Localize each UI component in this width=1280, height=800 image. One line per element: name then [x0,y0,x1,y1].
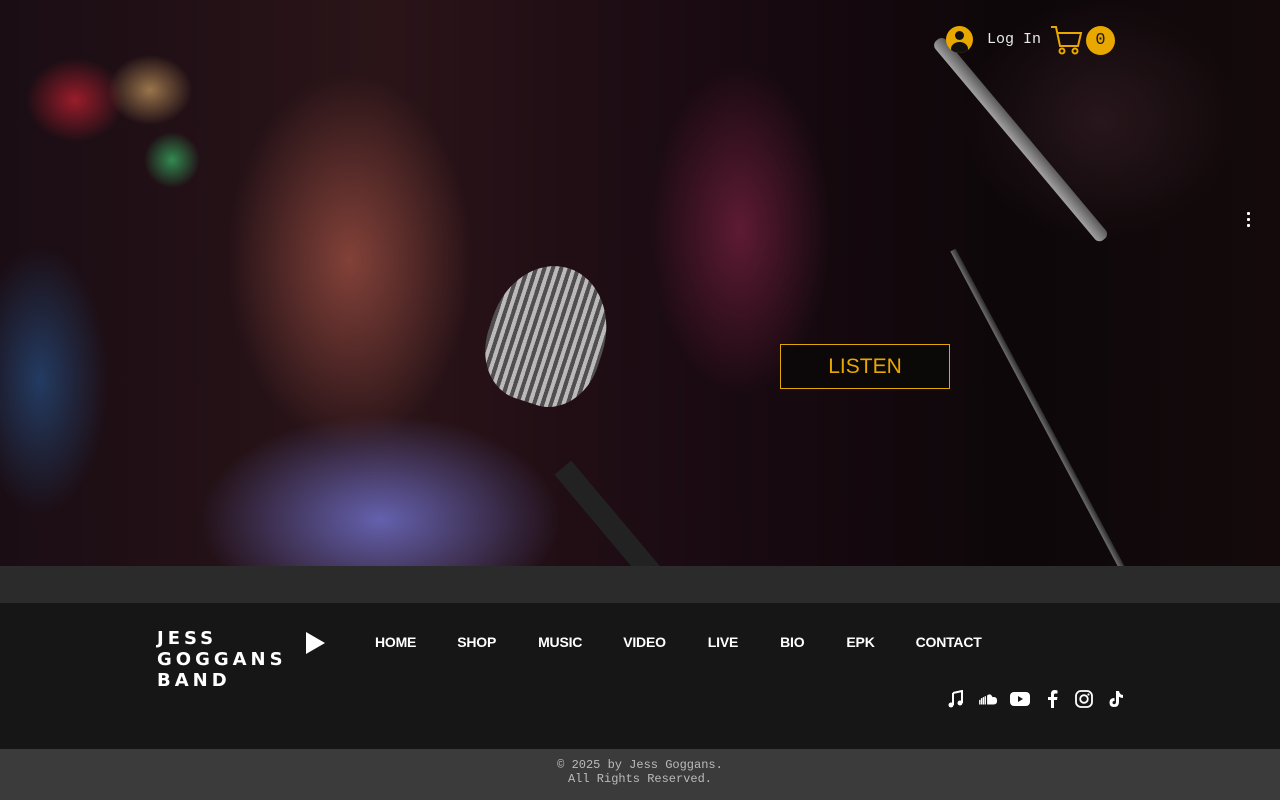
user-avatar-icon [946,26,973,53]
copyright-line-2: All Rights Reserved. [567,772,713,786]
brand-line-1: JESS [157,628,218,649]
mic-stand-pole-image [950,248,1135,566]
copyright-bar: © 2025 by Jess Goggans. All Rights Reser… [0,749,1280,800]
listen-button[interactable]: LISTEN [780,344,950,389]
nav-bio[interactable]: BIO [780,634,804,650]
tiktok-icon[interactable] [1106,689,1126,709]
music-note-icon[interactable] [946,689,966,709]
login-label: Log In [987,31,1042,48]
mic-stand-image [931,35,1110,244]
nav-epk[interactable]: EPK [846,634,874,650]
nav-live[interactable]: LIVE [708,634,739,650]
microphone-image [471,250,624,420]
divider-strip [0,566,1280,603]
hero-image: Log In 0 LISTEN [0,0,1280,566]
cart-count-badge: 0 [1086,26,1115,55]
footer-nav: HOME SHOP MUSIC VIDEO LIVE BIO EPK CONTA… [375,634,982,650]
footer: JESS GOGGANS BAND HOME SHOP MUSIC VIDEO … [0,603,1280,749]
brand-logo[interactable]: JESS GOGGANS BAND [157,628,287,691]
nav-shop[interactable]: SHOP [457,634,496,650]
youtube-icon[interactable] [1010,689,1030,709]
nav-music[interactable]: MUSIC [538,634,582,650]
cart-icon [1051,26,1083,55]
instagram-icon[interactable] [1074,689,1094,709]
microphone-handle-image [554,460,668,566]
nav-contact[interactable]: CONTACT [916,634,982,650]
brand-line-3: BAND [157,670,231,691]
copyright-line-1: © 2025 by Jess Goggans. [557,758,723,772]
brand-line-2: GOGGANS [157,649,287,670]
soundcloud-icon[interactable] [978,689,998,709]
login-button[interactable]: Log In [946,26,1041,53]
play-icon[interactable] [306,632,325,654]
cart-button[interactable]: 0 [1050,24,1120,58]
more-options-icon[interactable] [1247,212,1251,230]
nav-home[interactable]: HOME [375,634,416,650]
facebook-icon[interactable] [1042,689,1062,709]
nav-video[interactable]: VIDEO [623,634,666,650]
social-links [946,689,1126,709]
